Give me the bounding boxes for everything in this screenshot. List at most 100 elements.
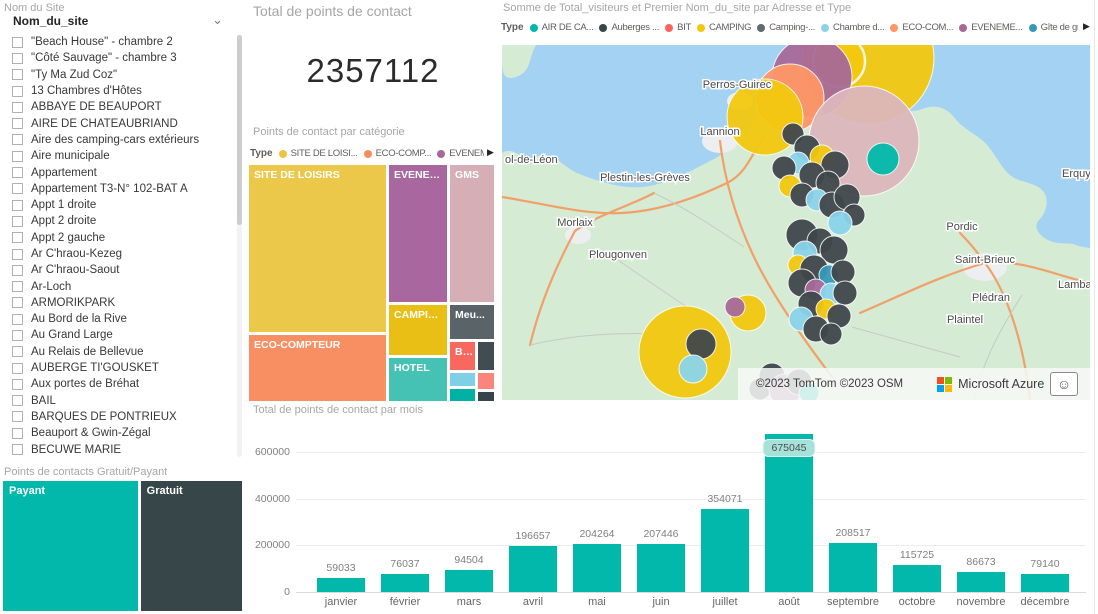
slicer-item[interactable]: Ar C'hraou-Kezeg [6, 246, 232, 262]
legend-item[interactable]: SITE DE LOISI... [279, 148, 358, 159]
treemap-block[interactable]: CAMPING [388, 304, 448, 356]
legend-item[interactable]: EVENEME... [959, 22, 1022, 33]
legend-overflow-arrow-icon[interactable]: ▶ [1083, 21, 1090, 32]
slicer-item[interactable]: BECUWE MARIE [6, 441, 232, 457]
slicer-item[interactable]: Aire municipale [6, 148, 232, 164]
slicer-item[interactable]: Appartement [6, 164, 232, 180]
slicer-item[interactable]: ABBAYE DE BEAUPORT [6, 99, 232, 115]
map-bubble[interactable] [725, 297, 745, 317]
treemap-block[interactable] [477, 341, 495, 371]
treemap-block[interactable]: GMS [449, 164, 495, 303]
slicer-item-checkbox[interactable] [12, 134, 23, 145]
slicer-item-checkbox[interactable] [12, 86, 23, 97]
slicer-item[interactable]: "Ty Ma Zud Coz" [6, 67, 232, 83]
legend-overflow-arrow-icon[interactable]: ▶ [487, 147, 494, 158]
chevron-down-icon[interactable]: ⌄ [212, 12, 223, 28]
slicer-item-checkbox[interactable] [12, 151, 23, 162]
map-visual[interactable]: Perros-GuirecLannionol-de-LéonPlestin-le… [502, 45, 1090, 400]
treemap-block[interactable]: Meu... [449, 304, 495, 340]
slicer-item-checkbox[interactable] [12, 395, 23, 406]
legend-item[interactable]: Gîte de gr... [1029, 22, 1078, 33]
legend-item[interactable]: ECO-COMP... [364, 148, 432, 159]
map-bubble[interactable] [639, 306, 731, 398]
slicer-item-checkbox[interactable] [12, 102, 23, 113]
bar[interactable] [893, 565, 941, 592]
slicer-item[interactable]: Au Relais de Bellevue [6, 344, 232, 360]
slicer-field-header[interactable]: Nom_du_site ⌄ [13, 14, 233, 28]
slicer-item[interactable]: Appt 2 droite [6, 213, 232, 229]
legend-item[interactable]: BIT [665, 22, 691, 33]
bar[interactable] [381, 574, 429, 592]
legend-item[interactable]: CAMPING [697, 22, 751, 33]
slicer-item[interactable]: Appartement T3-N° 102-BAT A [6, 181, 232, 197]
slicer-item[interactable]: ARMORIKPARK [6, 295, 232, 311]
map-bubble[interactable] [833, 281, 857, 305]
slicer-item-checkbox[interactable] [12, 379, 23, 390]
legend-item[interactable]: Auberges ... [599, 22, 659, 33]
slicer-item[interactable]: Appt 1 droite [6, 197, 232, 213]
bar[interactable] [829, 543, 877, 592]
legend-item[interactable]: AIR DE CA... [530, 22, 594, 33]
slicer-item-checkbox[interactable] [12, 183, 23, 194]
map-bubble[interactable] [686, 329, 716, 359]
bar[interactable] [701, 509, 749, 592]
treemap-block[interactable]: EVENEM... [388, 164, 448, 303]
treemap-block[interactable] [477, 372, 495, 391]
bar[interactable] [957, 572, 1005, 592]
treemap-block[interactable]: Gratuit [141, 481, 242, 611]
bar[interactable] [509, 546, 557, 592]
slicer-item-checkbox[interactable] [12, 314, 23, 325]
slicer-item-checkbox[interactable] [12, 167, 23, 178]
slicer-item[interactable]: AUBERGE TI'GOUSKET [6, 360, 232, 376]
slicer-item-checkbox[interactable] [12, 232, 23, 243]
map-feedback-smiley-button[interactable]: ☺ [1050, 372, 1078, 396]
slicer-item[interactable]: Aire des camping-cars extérieurs [6, 132, 232, 148]
legend-item[interactable]: ECO-COM... [890, 22, 953, 33]
slicer-item-checkbox[interactable] [12, 118, 23, 129]
slicer-item-checkbox[interactable] [12, 53, 23, 64]
map-bubble[interactable] [867, 143, 899, 175]
slicer-item-checkbox[interactable] [12, 428, 23, 439]
slicer-item-checkbox[interactable] [12, 37, 23, 48]
slicer-item[interactable]: BAIL [6, 393, 232, 409]
bar[interactable] [637, 544, 685, 592]
map-bubble[interactable] [828, 211, 852, 235]
slicer-scrollbar-thumb[interactable] [237, 35, 242, 225]
slicer-item-checkbox[interactable] [12, 69, 23, 80]
map-bubble[interactable] [820, 323, 842, 345]
slicer-item[interactable]: Ar C'hraou-Saout [6, 262, 232, 278]
slicer-item[interactable]: AIRE DE CHATEAUBRIAND [6, 115, 232, 131]
slicer-item[interactable]: BARQUES DE PONTRIEUX [6, 409, 232, 425]
slicer-item[interactable]: "Beach House" - chambre 2 [6, 34, 232, 50]
bar[interactable] [573, 544, 621, 592]
treemap-block[interactable]: BIT [449, 341, 476, 371]
slicer-item-checkbox[interactable] [12, 297, 23, 308]
map-canvas[interactable]: Perros-GuirecLannionol-de-LéonPlestin-le… [502, 45, 1090, 400]
bar[interactable] [317, 578, 365, 592]
legend-item[interactable]: Chambre d... [821, 22, 884, 33]
map-bubble[interactable] [679, 355, 707, 383]
bar[interactable] [1021, 574, 1069, 592]
bar[interactable] [765, 434, 813, 592]
slicer-item-checkbox[interactable] [12, 363, 23, 374]
slicer-item-checkbox[interactable] [12, 330, 23, 341]
slicer-item[interactable]: Au Bord de la Rive [6, 311, 232, 327]
slicer-item-checkbox[interactable] [12, 444, 23, 455]
legend-item[interactable]: Camping-... [757, 22, 815, 33]
slicer-item-checkbox[interactable] [12, 265, 23, 276]
slicer-item-checkbox[interactable] [12, 249, 23, 260]
slicer-item[interactable]: Appt 2 gauche [6, 230, 232, 246]
map-bubble[interactable] [831, 260, 855, 284]
slicer-item[interactable]: Aux portes de Bréhat [6, 376, 232, 392]
treemap-block[interactable]: ECO-COMPTEUR [248, 334, 387, 402]
slicer-item[interactable]: Ar-Loch [6, 278, 232, 294]
treemap-block[interactable] [449, 372, 476, 387]
slicer-item-checkbox[interactable] [12, 216, 23, 227]
legend-item[interactable]: EVENEME... [437, 148, 484, 159]
treemap-block[interactable]: HOTEL [388, 357, 448, 402]
bar[interactable] [445, 570, 493, 592]
slicer-item-checkbox[interactable] [12, 411, 23, 422]
slicer-item-checkbox[interactable] [12, 346, 23, 357]
treemap-block[interactable]: SITE DE LOISIRS [248, 164, 387, 333]
slicer-item[interactable]: 13 Chambres d'Hôtes [6, 83, 232, 99]
